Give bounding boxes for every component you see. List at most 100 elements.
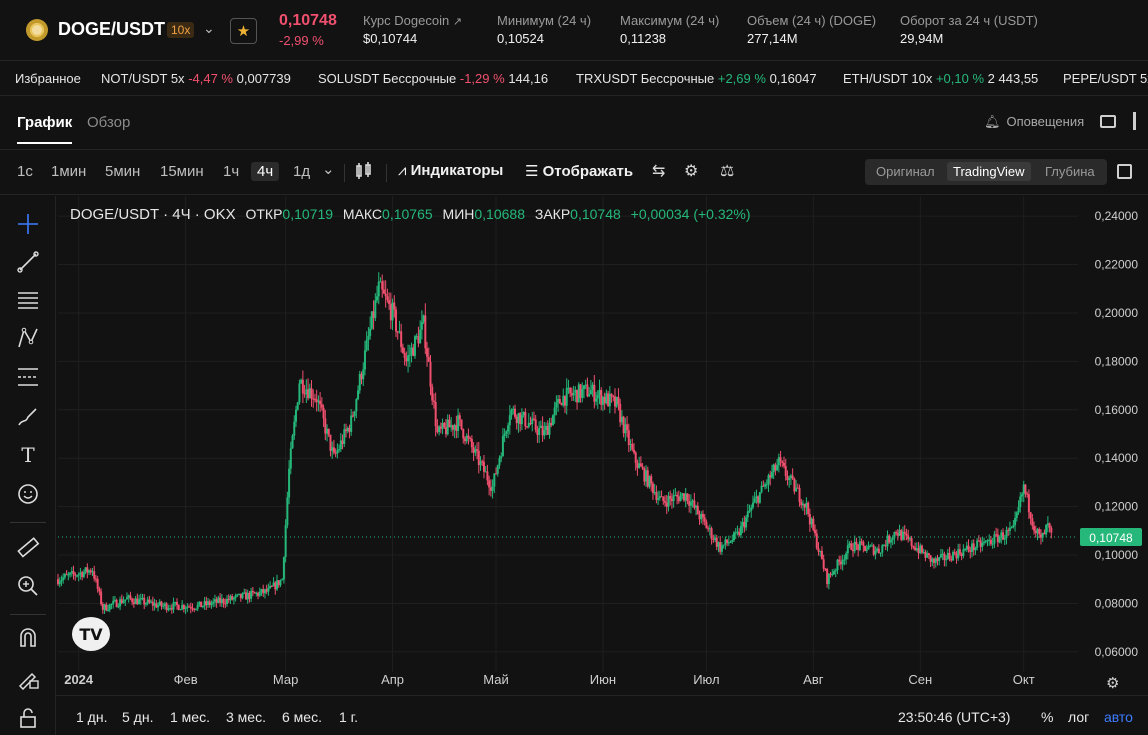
- view-depth[interactable]: Глубина: [1045, 164, 1095, 179]
- candle-body: [143, 597, 146, 605]
- candle-body: [422, 315, 425, 322]
- candle-body: [1003, 538, 1006, 540]
- panel-toggle-icon[interactable]: [1133, 112, 1136, 130]
- candle-type-icon[interactable]: [355, 161, 373, 186]
- pair-title[interactable]: DOGE/USDT: [58, 19, 165, 40]
- balance-scale-icon[interactable]: ⚖: [720, 161, 734, 181]
- candle-body: [569, 387, 572, 394]
- candle-body: [279, 580, 282, 586]
- tab-overview[interactable]: Обзор: [87, 114, 130, 131]
- tab-chart[interactable]: График: [17, 114, 73, 144]
- candle-body: [260, 589, 263, 592]
- parallel-lines-icon[interactable]: [14, 286, 42, 314]
- timeframe-more-chevron-icon[interactable]: ⌄: [322, 160, 335, 178]
- range-1y[interactable]: 1 г.: [339, 709, 358, 725]
- candle-body: [907, 535, 910, 540]
- range-6m[interactable]: 6 мес.: [282, 709, 322, 725]
- candle-body: [858, 541, 861, 550]
- price-chart[interactable]: 0,24000 0,22000 0,20000 0,18000 0,16000 0,140…: [56, 196, 1148, 695]
- display-button[interactable]: ☰ Отображать: [525, 162, 633, 180]
- candle-body: [558, 399, 561, 404]
- range-1d[interactable]: 1 дн.: [76, 709, 107, 725]
- candle-body: [277, 580, 280, 586]
- candle-body: [1050, 527, 1053, 533]
- candle-body: [346, 427, 349, 432]
- candle-body: [1024, 484, 1027, 494]
- indicators-button[interactable]: ⩘ Индикаторы: [398, 162, 503, 179]
- timeframe-15m[interactable]: 15мин: [160, 163, 204, 180]
- candle-body: [662, 496, 665, 501]
- candle-body: [970, 543, 973, 552]
- range-3m[interactable]: 3 мес.: [226, 709, 266, 725]
- clock[interactable]: 23:50:46 (UTC+3): [898, 709, 1010, 725]
- trend-line-icon[interactable]: [14, 248, 42, 276]
- candle-body: [548, 422, 551, 435]
- candle-body: [753, 498, 756, 503]
- candle-body: [689, 501, 692, 506]
- fib-retracement-icon[interactable]: [14, 363, 42, 391]
- zoom-in-icon[interactable]: [14, 572, 42, 600]
- candle-body: [438, 426, 441, 433]
- candle-body: [639, 463, 642, 467]
- lock-drawing-icon[interactable]: [14, 664, 42, 692]
- candle-body: [803, 503, 806, 508]
- candle-body: [1043, 532, 1046, 535]
- percent-toggle[interactable]: %: [1041, 709, 1053, 725]
- candle-body: [339, 440, 342, 450]
- range-1m[interactable]: 1 мес.: [170, 709, 210, 725]
- star-icon: ★: [236, 23, 251, 40]
- text-tool-icon[interactable]: T: [14, 441, 42, 469]
- compare-icon[interactable]: ⇆: [652, 161, 665, 181]
- candle-body: [84, 567, 87, 572]
- lock-icon[interactable]: [14, 704, 42, 732]
- candle-body: [700, 513, 703, 520]
- settings-gear-icon[interactable]: ⚙: [684, 161, 698, 181]
- chevron-down-icon[interactable]: ⌄: [203, 20, 215, 37]
- candle-body: [912, 546, 915, 548]
- timeframe-1m[interactable]: 1мин: [51, 163, 86, 180]
- layout-window-icon[interactable]: [1100, 115, 1116, 128]
- candle-body: [81, 572, 84, 577]
- candle-body: [58, 581, 61, 585]
- candle-body: [560, 403, 563, 406]
- alerts-button[interactable]: 🔔︎ Оповещения: [984, 114, 1084, 130]
- candle-body: [67, 574, 70, 576]
- crosshair-icon[interactable]: [14, 210, 42, 238]
- view-tradingview[interactable]: TradingView: [947, 162, 1031, 181]
- candle-body: [619, 404, 622, 423]
- timeframe-1h[interactable]: 1ч: [223, 163, 239, 180]
- stat-label: Максимум (24 ч): [620, 13, 720, 28]
- ticker-item[interactable]: PEPE/USDT 5x: [1063, 71, 1148, 86]
- candle-body: [538, 428, 541, 435]
- timeframe-1s[interactable]: 1с: [17, 163, 33, 180]
- fullscreen-icon[interactable]: [1117, 164, 1132, 179]
- ticker-item[interactable]: SOLUSDT Бессрочные -1,29 % 144,16: [318, 71, 548, 86]
- emoji-icon[interactable]: [14, 480, 42, 508]
- candle-body: [381, 281, 384, 290]
- timeframe-1d[interactable]: 1д: [293, 163, 310, 180]
- candle-body: [615, 396, 618, 407]
- candle-body: [194, 608, 197, 610]
- candle-body: [515, 416, 518, 424]
- timeframe-4h[interactable]: 4ч: [251, 162, 280, 181]
- candle-body: [296, 402, 299, 410]
- ruler-icon[interactable]: [14, 533, 42, 561]
- log-toggle[interactable]: лог: [1068, 709, 1089, 725]
- range-5d[interactable]: 5 дн.: [122, 709, 153, 725]
- timeframe-5m[interactable]: 5мин: [105, 163, 140, 180]
- candle-body: [353, 411, 356, 417]
- candle-body: [826, 569, 829, 584]
- ticker-item[interactable]: TRXUSDT Бессрочные +2,69 % 0,16047: [576, 71, 817, 86]
- candle-body: [667, 496, 670, 507]
- favorite-star-button[interactable]: ★: [230, 18, 257, 44]
- chart-settings-icon[interactable]: ⚙: [1106, 674, 1119, 692]
- view-original[interactable]: Оригинал: [876, 164, 935, 179]
- auto-toggle[interactable]: авто: [1104, 709, 1133, 725]
- pattern-icon[interactable]: [14, 324, 42, 352]
- external-link-icon[interactable]: ↗: [453, 16, 462, 28]
- candle-body: [491, 486, 494, 491]
- ticker-item[interactable]: ETH/USDT 10x +0,10 % 2 443,55: [843, 71, 1038, 86]
- brush-icon[interactable]: [14, 403, 42, 431]
- magnet-icon[interactable]: [14, 624, 42, 652]
- ticker-item[interactable]: NOT/USDT 5x -4,47 % 0,007739: [101, 71, 291, 86]
